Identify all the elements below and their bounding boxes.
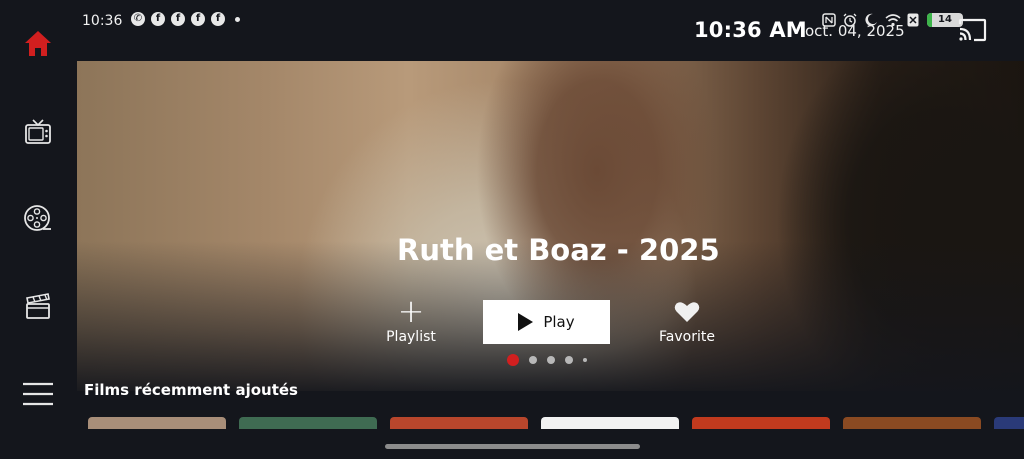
film-thumbnail[interactable] bbox=[88, 417, 226, 429]
playlist-label: Playlist bbox=[386, 329, 436, 345]
film-thumbnail[interactable] bbox=[390, 417, 528, 429]
sidebar-nav bbox=[0, 0, 77, 459]
home-indicator[interactable] bbox=[385, 444, 640, 449]
alarm-icon bbox=[843, 13, 857, 27]
facebook-icon: f bbox=[191, 12, 205, 26]
carousel-dot[interactable] bbox=[565, 356, 573, 364]
film-thumbnail[interactable] bbox=[239, 417, 377, 429]
film-thumbnail[interactable] bbox=[994, 417, 1024, 429]
carousel-dot[interactable] bbox=[507, 354, 519, 366]
film-reel-icon bbox=[24, 205, 51, 231]
nfc-icon bbox=[822, 13, 836, 27]
do-not-disturb-icon bbox=[864, 13, 878, 27]
home-icon bbox=[25, 31, 51, 56]
film-thumbnail[interactable] bbox=[541, 417, 679, 429]
film-thumbnail[interactable] bbox=[692, 417, 830, 429]
tv-icon bbox=[25, 119, 51, 144]
more-notifications-dot bbox=[235, 16, 240, 22]
cast-icon[interactable] bbox=[957, 18, 987, 42]
favorite-button[interactable]: Favorite bbox=[651, 301, 723, 345]
sidebar-item-series[interactable] bbox=[18, 286, 58, 326]
sidebar-item-movies[interactable] bbox=[18, 199, 58, 239]
carousel-dot[interactable] bbox=[529, 356, 537, 364]
status-bar: 10:36 ✆ f f f f 10:36 AM oct. 04, 2025 1… bbox=[0, 0, 1024, 60]
heart-icon bbox=[674, 302, 700, 322]
facebook-icon: f bbox=[171, 12, 185, 26]
no-sim-icon bbox=[906, 13, 920, 27]
clock: 10:36 AM bbox=[694, 18, 807, 42]
play-label: Play bbox=[543, 313, 575, 331]
plus-icon: + bbox=[397, 292, 425, 330]
recent-films-row bbox=[88, 417, 1024, 429]
add-to-playlist-button[interactable]: + Playlist bbox=[377, 292, 445, 345]
menu-icon bbox=[23, 382, 53, 406]
system-icons: 14 bbox=[822, 13, 963, 27]
sidebar-item-live-tv[interactable] bbox=[18, 112, 58, 152]
status-time: 10:36 bbox=[82, 13, 123, 29]
wifi-icon bbox=[885, 13, 901, 27]
sidebar-item-menu[interactable] bbox=[18, 374, 58, 414]
carousel-dot[interactable] bbox=[547, 356, 555, 364]
clapperboard-icon bbox=[26, 293, 50, 319]
sidebar-item-home[interactable] bbox=[18, 23, 58, 63]
play-button[interactable]: Play bbox=[483, 300, 610, 344]
notification-icons: ✆ f f f f bbox=[131, 12, 240, 26]
app-root: 10:36 ✆ f f f f 10:36 AM oct. 04, 2025 1… bbox=[0, 0, 1024, 459]
whatsapp-icon: ✆ bbox=[131, 12, 145, 26]
facebook-icon: f bbox=[211, 12, 225, 26]
play-icon bbox=[518, 313, 534, 331]
film-thumbnail[interactable] bbox=[843, 417, 981, 429]
hero-title: Ruth et Boaz - 2025 bbox=[397, 233, 720, 267]
section-title: Films récemment ajoutés bbox=[84, 381, 298, 399]
facebook-icon: f bbox=[151, 12, 165, 26]
carousel-dot[interactable] bbox=[583, 358, 587, 362]
favorite-label: Favorite bbox=[659, 329, 715, 345]
carousel-indicator bbox=[507, 354, 587, 366]
